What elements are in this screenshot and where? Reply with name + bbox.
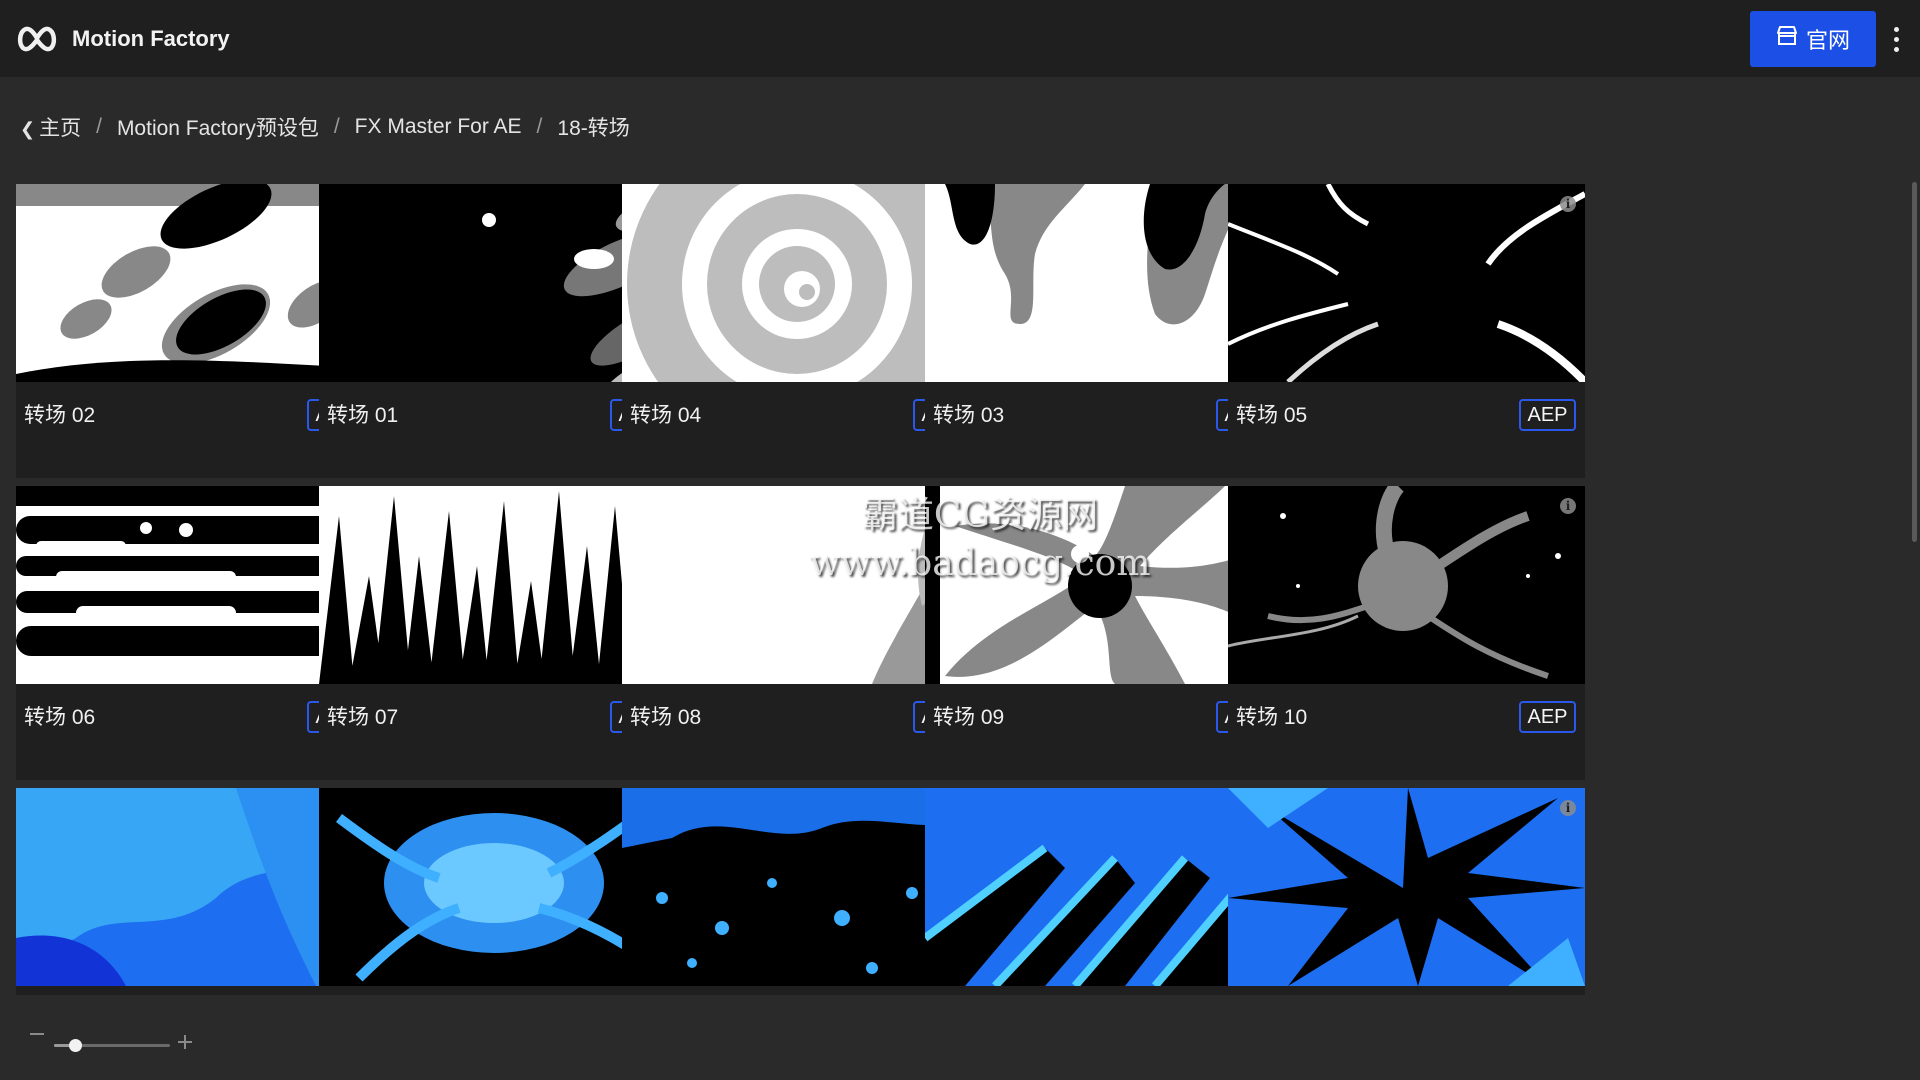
- plus-icon[interactable]: [178, 1035, 192, 1049]
- preset-name: 转场 05: [1236, 404, 1308, 427]
- preset-card[interactable]: i 转场 10 AEP: [1228, 486, 1585, 780]
- file-type-badge: AEP: [1519, 399, 1576, 431]
- preset-name: 转场 01: [327, 404, 399, 427]
- breadcrumb-home[interactable]: ❮ 主页: [20, 112, 81, 142]
- minus-icon[interactable]: [30, 1033, 44, 1035]
- file-type-badge: AEP: [1519, 701, 1576, 733]
- breadcrumb-current: 18-转场: [557, 117, 630, 140]
- info-icon[interactable]: i: [1560, 498, 1576, 514]
- official-site-label: 官网: [1805, 28, 1850, 53]
- zoom-slider-handle[interactable]: [68, 1039, 82, 1052]
- preset-card[interactable]: i: [1228, 788, 1585, 995]
- preset-name: 转场 03: [933, 404, 1005, 427]
- preset-name: 转场 02: [24, 404, 96, 427]
- preset-thumbnail[interactable]: [1228, 486, 1585, 684]
- preset-name: 转场 09: [933, 706, 1005, 729]
- preset-name: 转场 07: [327, 706, 399, 729]
- more-vertical-icon[interactable]: [1886, 22, 1906, 56]
- breadcrumb-preset-pack[interactable]: Motion Factory预设包: [117, 112, 319, 142]
- motion-factory-logo-icon[interactable]: [17, 24, 57, 54]
- preset-grid: 转场 02AEPi转场 01AEPi转场 04AEPi转场 03AEPi转场 0…: [16, 184, 1858, 995]
- info-icon[interactable]: i: [1560, 800, 1576, 816]
- preset-name: 转场 04: [630, 404, 702, 427]
- preset-thumbnail[interactable]: [1228, 788, 1585, 986]
- preset-thumbnail[interactable]: [1228, 184, 1585, 382]
- official-site-button[interactable]: 官网: [1750, 11, 1876, 67]
- preset-name: 转场 10: [1236, 706, 1308, 729]
- preset-card[interactable]: i 转场 05 AEP: [1228, 184, 1585, 478]
- breadcrumb-fx-master[interactable]: FX Master For AE: [355, 115, 522, 139]
- breadcrumb-separator: /: [536, 115, 543, 138]
- top-bar: Motion Factory: [0, 0, 1920, 77]
- preset-name: 转场 08: [630, 706, 702, 729]
- breadcrumb: ❮ 主页 / Motion Factory预设包 / FX Master For …: [20, 112, 630, 142]
- scrollbar-thumb[interactable]: [1912, 182, 1917, 542]
- store-icon: [1776, 26, 1798, 52]
- chevron-left-icon: ❮: [20, 119, 36, 139]
- app-title: Motion Factory: [72, 25, 230, 51]
- breadcrumb-separator: /: [333, 115, 340, 138]
- preset-name: 转场 06: [24, 706, 96, 729]
- bottom-bar: [0, 1000, 1920, 1080]
- breadcrumb-separator: /: [96, 115, 102, 138]
- info-icon[interactable]: i: [1560, 196, 1576, 212]
